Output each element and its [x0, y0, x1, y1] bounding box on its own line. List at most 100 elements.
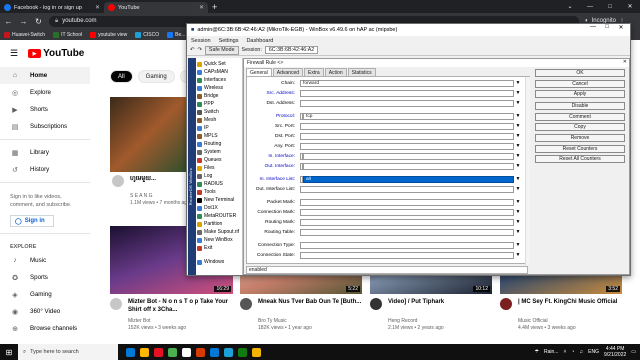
reload-icon[interactable]: ↻: [34, 17, 43, 26]
sidebar-item-home[interactable]: ⌂ Home: [0, 67, 90, 84]
taskbar-app-icon[interactable]: [168, 347, 177, 357]
routing-mark-input[interactable]: [300, 218, 514, 226]
connection-mark-input[interactable]: [300, 208, 514, 216]
taskbar-app-icon[interactable]: [224, 347, 233, 357]
dropdown-arrow-icon[interactable]: ▼: [515, 123, 521, 130]
chip-gaming[interactable]: Gaming: [137, 70, 175, 83]
chain-input[interactable]: forward: [300, 79, 514, 87]
reset-all-counters-button[interactable]: Reset All Counters: [535, 155, 625, 164]
clock[interactable]: 4:44 PM 9/21/2022: [604, 346, 626, 358]
dropdown-arrow-icon[interactable]: ▼: [515, 113, 521, 120]
video-thumbnail[interactable]: [110, 97, 188, 172]
new-tab-button[interactable]: +: [212, 2, 217, 12]
in-interface-input[interactable]: [303, 152, 514, 160]
reset-counters-button[interactable]: Reset Counters: [535, 144, 625, 153]
taskbar-app-icon[interactable]: [182, 347, 191, 357]
winbox-titlebar[interactable]: ■ admin@6C:3B:6B:42:46:A2 (MikroTik-EGB)…: [187, 24, 630, 36]
weather-icon[interactable]: ☂: [535, 349, 539, 355]
dropdown-arrow-icon[interactable]: ▼: [515, 163, 521, 170]
menu-session[interactable]: Session: [191, 38, 211, 44]
ok-button[interactable]: OK: [535, 69, 625, 77]
sidebar-item-sports[interactable]: ✪ Sports: [0, 269, 90, 286]
dropdown-arrow-icon[interactable]: ▼: [515, 186, 521, 193]
tab-statistics[interactable]: Statistics: [347, 68, 376, 76]
sidebar-item-shorts[interactable]: ▶ Shorts: [0, 101, 90, 118]
video-channel[interactable]: Mizter Bot: [128, 318, 151, 325]
tab-advanced[interactable]: Advanced: [272, 68, 304, 76]
forward-icon[interactable]: →: [19, 17, 28, 26]
bookmark-huawei[interactable]: Huawei-Switch: [4, 31, 45, 38]
taskbar-app-icon[interactable]: [140, 347, 149, 357]
weather-text[interactable]: Rain...: [544, 349, 558, 355]
cancel-button[interactable]: Cancel: [535, 79, 625, 88]
menu-dashboard[interactable]: Dashboard: [246, 38, 273, 44]
network-icon[interactable]: ◔: [571, 349, 574, 355]
back-icon[interactable]: ←: [4, 17, 13, 26]
dropdown-arrow-icon[interactable]: ▼: [515, 219, 521, 226]
close-icon[interactable]: ✕: [95, 4, 100, 11]
volume-icon[interactable]: ♫: [579, 349, 583, 355]
disable-button[interactable]: Disable: [535, 102, 625, 111]
video-channel[interactable]: Bro Ty Music: [258, 318, 287, 325]
sidebar-item-music[interactable]: ♪ Music: [0, 252, 90, 269]
video-title[interactable]: Video] / Put Tiphark: [388, 298, 492, 306]
dst-port-input[interactable]: [300, 132, 514, 140]
tab-facebook[interactable]: Facebook - log in or sign up ✕: [0, 2, 104, 13]
dropdown-arrow-icon[interactable]: ▼: [515, 100, 521, 107]
hamburger-menu-icon[interactable]: ☰: [10, 48, 18, 59]
in-interface-list-input[interactable]: all: [303, 175, 514, 183]
out-interface-input[interactable]: [303, 162, 514, 170]
taskbar-app-icon[interactable]: [154, 347, 163, 357]
tab-search-icon[interactable]: ⌄: [560, 3, 580, 10]
video-channel[interactable]: Music Official: [518, 318, 548, 325]
dropdown-arrow-icon[interactable]: ▼: [515, 80, 521, 87]
apply-button[interactable]: Apply: [535, 90, 625, 99]
protocol-input[interactable]: tcp: [303, 112, 514, 120]
dropdown-arrow-icon[interactable]: ▼: [515, 242, 521, 249]
routing-table-input[interactable]: [300, 228, 514, 236]
dropdown-arrow-icon[interactable]: ▼: [515, 176, 521, 183]
maximize-icon[interactable]: □: [600, 4, 620, 10]
avatar[interactable]: [500, 298, 512, 310]
windows-start-icon[interactable]: ⊞: [0, 344, 18, 360]
chevron-up-icon[interactable]: ˄: [563, 349, 566, 355]
bookmark-cisco[interactable]: CISCO: [135, 31, 159, 38]
notifications-icon[interactable]: ▭: [631, 349, 636, 355]
video-title[interactable]: ហូមេមួយ...: [130, 175, 186, 183]
sidebar-item-subscriptions[interactable]: ▤ Subscriptions: [0, 118, 90, 135]
dialog-titlebar[interactable]: Firewall Rule <> ✕: [244, 59, 629, 67]
dropdown-arrow-icon[interactable]: ▼: [515, 209, 521, 216]
video-channel[interactable]: Heng Record: [388, 318, 417, 325]
taskbar-search[interactable]: ⌕ Type here to search: [18, 344, 118, 360]
sign-in-button[interactable]: ◯ Sign in: [10, 215, 54, 227]
close-icon[interactable]: ✕: [623, 59, 627, 65]
taskbar-app-icon[interactable]: [210, 347, 219, 357]
bookmark-youtube-view[interactable]: youtube view: [90, 31, 127, 38]
avatar[interactable]: [112, 175, 124, 187]
avatar[interactable]: [240, 298, 252, 310]
language-indicator[interactable]: ENG: [588, 349, 599, 355]
out-interface-list-input[interactable]: [300, 185, 514, 193]
video-channel[interactable]: S E A N G: [130, 193, 153, 200]
copy-button[interactable]: Copy: [535, 123, 625, 132]
remove-button[interactable]: Remove: [535, 133, 625, 142]
tab-general[interactable]: General: [246, 68, 272, 76]
video-title[interactable]: Mizter Bot - N o n s T o p Take Your Shi…: [128, 298, 233, 314]
chip-all[interactable]: All: [110, 70, 133, 83]
dropdown-arrow-icon[interactable]: ▼: [515, 199, 521, 206]
youtube-logo[interactable]: ▶ YouTube: [28, 48, 84, 59]
avatar[interactable]: [370, 298, 382, 310]
dropdown-arrow-icon[interactable]: ▼: [515, 229, 521, 236]
comment-button[interactable]: Comment: [535, 112, 625, 121]
undo-icon[interactable]: ↶: [190, 47, 194, 53]
dropdown-arrow-icon[interactable]: ▼: [515, 252, 521, 259]
dst-address-input[interactable]: [300, 99, 514, 107]
tab-extra[interactable]: Extra: [304, 68, 324, 76]
close-window-icon[interactable]: ✕: [620, 3, 640, 10]
sidebar-item-history[interactable]: ↺ History: [0, 161, 90, 178]
taskbar-app-icon[interactable]: [196, 347, 205, 357]
taskbar-app-icon[interactable]: [238, 347, 247, 357]
dropdown-arrow-icon[interactable]: ▼: [515, 143, 521, 150]
taskbar-app-icon[interactable]: [126, 347, 135, 357]
dropdown-arrow-icon[interactable]: ▼: [515, 133, 521, 140]
